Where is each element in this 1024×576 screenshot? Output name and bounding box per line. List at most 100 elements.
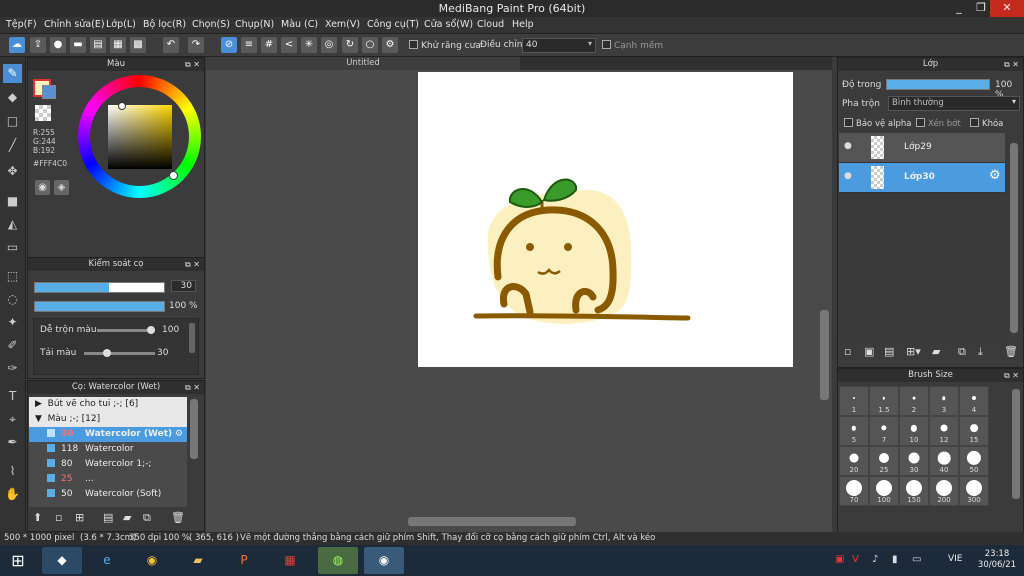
brush-settings-icon[interactable]: ▤ <box>103 511 113 524</box>
layer-item-lop29[interactable]: ● Lớp29 <box>839 133 1005 163</box>
new-halftone-layer-icon[interactable]: ▣ <box>864 345 874 358</box>
brush-size-option[interactable]: 5 <box>839 416 869 446</box>
gear-icon[interactable]: ⚙ <box>989 168 1001 183</box>
brush-size-option[interactable]: 100 <box>869 476 899 506</box>
hand-tool-icon[interactable]: ✋ <box>3 485 22 504</box>
medibang-icon[interactable]: ◍ <box>318 547 358 574</box>
chat-icon[interactable]: ▬ <box>70 37 86 53</box>
canvas-vertical-scrollbar[interactable] <box>820 310 829 400</box>
brush-size-option[interactable]: 12 <box>929 416 959 446</box>
trash-icon[interactable]: 🗑 <box>1004 345 1018 358</box>
select-eraser-tool-icon[interactable]: ✑ <box>3 359 22 378</box>
powerpoint-icon[interactable]: P <box>224 547 264 574</box>
ellipse-snap-icon[interactable]: ○ <box>362 37 378 53</box>
brush-tool-icon[interactable]: ✎ <box>3 64 22 83</box>
brush-item[interactable]: 80 Watercolor 1;-; <box>29 457 187 472</box>
eye-icon[interactable]: ● <box>844 141 852 151</box>
add-layer-menu-icon[interactable]: ⊞▾ <box>906 345 921 358</box>
fill-rect-tool-icon[interactable]: ■ <box>3 192 22 211</box>
grid-icon[interactable]: ▩ <box>130 37 146 53</box>
ie-icon[interactable]: e <box>87 547 127 574</box>
adjust-select[interactable]: 40 ▾ <box>522 38 596 53</box>
menu-file[interactable]: Tệp(F) <box>6 19 37 30</box>
windows-start-icon[interactable]: ⊞ <box>4 547 32 574</box>
bucket-tool-icon[interactable]: ◭ <box>3 215 22 234</box>
new-8bit-layer-icon[interactable]: ▤ <box>884 345 894 358</box>
folder-icon[interactable]: ▰ <box>123 511 131 524</box>
comment-icon[interactable]: ● <box>50 37 66 53</box>
brush-size-option[interactable]: 3 <box>929 386 959 416</box>
layer-list-scrollbar[interactable] <box>1010 143 1018 333</box>
new-brush-icon[interactable]: ▫ <box>55 511 62 524</box>
reload-slider[interactable] <box>84 349 155 357</box>
duplicate-icon[interactable]: ⧉ <box>958 345 966 359</box>
duplicate-icon[interactable]: ⧉ <box>143 511 151 525</box>
brush-size-option[interactable]: 25 <box>869 446 899 476</box>
transparent-color-swatch[interactable] <box>35 105 51 121</box>
clipping-checkbox[interactable]: Xén bớt <box>916 118 961 129</box>
brush-size-option[interactable]: 40 <box>929 446 959 476</box>
brush-opacity-bar[interactable] <box>34 301 165 312</box>
line-tool-icon[interactable]: ╱ <box>3 136 22 155</box>
menu-cloud[interactable]: Cloud <box>477 19 504 30</box>
panel-close-icon[interactable]: ⧉ ✕ <box>185 258 200 271</box>
page-icon[interactable]: ▤ <box>90 37 106 53</box>
lasso-tool-icon[interactable]: ◌ <box>3 290 22 309</box>
brush-item[interactable]: 118 Watercolor <box>29 442 187 457</box>
menu-filter[interactable]: Bộ lọc(R) <box>143 19 186 30</box>
brush-upload-icon[interactable]: ⬆ <box>33 511 42 524</box>
color-wheel[interactable] <box>78 75 201 198</box>
tray-icon-1[interactable]: ▣ <box>835 554 844 565</box>
blend-select[interactable]: Bình thường ▾ <box>888 96 1020 111</box>
document-tab[interactable]: Untitled <box>206 57 520 70</box>
brush-size-input[interactable]: 30 <box>171 280 196 292</box>
eye-icon[interactable]: ● <box>844 171 852 181</box>
saturation-value-square[interactable] <box>108 105 172 169</box>
vanish-snap-icon[interactable]: < <box>281 37 297 53</box>
new-layer-icon[interactable]: ▫ <box>844 345 851 358</box>
select-pen-tool-icon[interactable]: ✐ <box>3 336 22 355</box>
clock[interactable]: 23:18 30/06/21 <box>974 549 1020 571</box>
menu-view[interactable]: Xem(V) <box>325 19 360 30</box>
params-scrollbar[interactable] <box>189 323 195 353</box>
parallel-snap-icon[interactable]: ≡ <box>241 37 257 53</box>
cross-snap-icon[interactable]: # <box>261 37 277 53</box>
canvas-horizontal-scrollbar[interactable] <box>408 517 576 526</box>
brush-size-scrollbar[interactable] <box>1012 389 1020 499</box>
panel-icon[interactable]: ▦ <box>110 37 126 53</box>
magic-wand-tool-icon[interactable]: ✦ <box>3 313 22 332</box>
brush-size-option[interactable]: 150 <box>899 476 929 506</box>
panel-close-icon[interactable]: ⧉ ✕ <box>1004 58 1019 71</box>
add-brush-icon[interactable]: ⊞ <box>75 511 84 524</box>
brush-size-option[interactable]: 7 <box>869 416 899 446</box>
text-tool-icon[interactable]: T <box>3 387 22 406</box>
pen-tool-icon[interactable]: ✒ <box>3 433 22 452</box>
chrome-active-icon[interactable]: ◉ <box>364 547 404 574</box>
panel-close-icon[interactable]: ⧉ ✕ <box>185 381 200 394</box>
brush-size-bar[interactable] <box>34 282 165 293</box>
curve-snap-icon[interactable]: ↻ <box>342 37 358 53</box>
folder-icon[interactable]: ▰ <box>178 547 218 574</box>
menu-help[interactable]: Help <box>512 19 534 30</box>
palette-add-icon[interactable]: ◈ <box>54 180 69 195</box>
brush-size-option[interactable]: 30 <box>899 446 929 476</box>
select-rect-tool-icon[interactable]: ⬚ <box>3 267 22 286</box>
layer-opacity-bar[interactable] <box>886 79 990 90</box>
brush-size-option[interactable]: 50 <box>959 446 989 476</box>
volume-icon[interactable]: ♪ <box>872 554 878 565</box>
secondary-color-swatch[interactable] <box>42 85 56 99</box>
brush-list-scrollbar[interactable] <box>190 399 198 459</box>
gear-icon[interactable]: ⚙ <box>175 427 183 442</box>
mix-slider[interactable] <box>97 326 155 334</box>
brush-size-option[interactable]: 15 <box>959 416 989 446</box>
brush-size-option[interactable]: 2 <box>899 386 929 416</box>
hue-knob[interactable] <box>169 171 178 180</box>
panel-close-icon[interactable]: ⧉ ✕ <box>185 58 200 71</box>
lock-checkbox[interactable]: Khóa <box>970 118 1003 129</box>
language-indicator[interactable]: VIE <box>948 554 963 564</box>
cloud-icon[interactable]: ☁ <box>9 37 25 53</box>
brush-group-2[interactable]: ▼ Màu ;-; [12] <box>29 412 187 427</box>
close-button[interactable]: ✕ <box>990 0 1024 17</box>
undo-icon[interactable]: ↶ <box>163 37 179 53</box>
snap-off-icon[interactable]: ⊘ <box>221 37 237 53</box>
